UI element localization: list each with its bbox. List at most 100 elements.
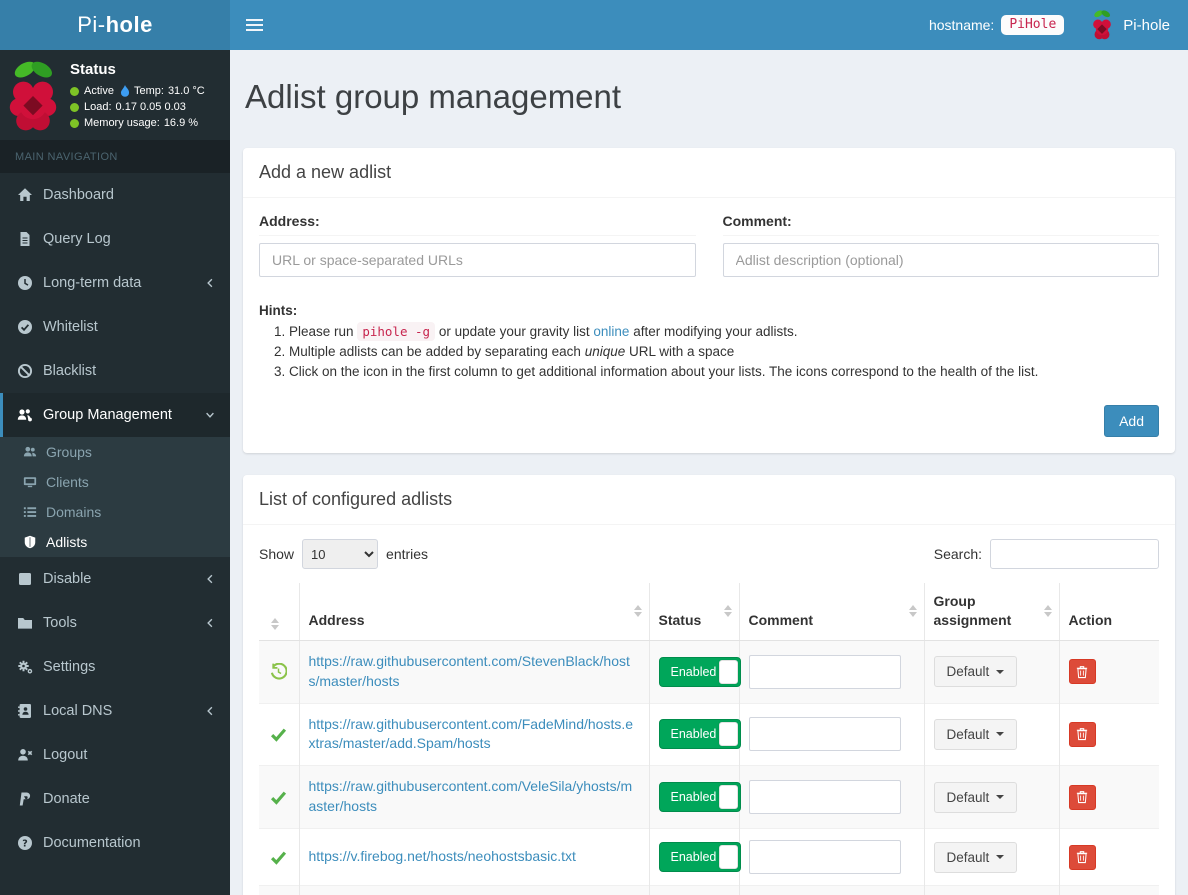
sidebar-item-dashboard[interactable]: Dashboard [0,173,230,217]
trash-icon [1076,791,1088,804]
sidebar-item-logout[interactable]: Logout [0,733,230,777]
sidebar-item-local-dns[interactable]: Local DNS [0,689,230,733]
sidebar-item-group-management[interactable]: Group Management [0,393,230,437]
chevron-left-icon [204,617,216,629]
column-header-comment[interactable]: Comment [738,583,924,641]
adlist-url-link[interactable]: https://v.firebog.net/hosts/neohostsbasi… [309,848,576,864]
row-comment-input[interactable] [748,654,901,689]
add-button[interactable]: Add [1104,405,1159,437]
group-assignment-dropdown[interactable]: Default [933,841,1018,873]
sidebar-item-documentation[interactable]: ? Documentation [0,821,230,865]
delete-button[interactable] [1068,721,1096,747]
sidebar-toggle-button[interactable] [230,0,278,50]
page-size-select[interactable]: 10 [302,539,379,569]
address-input[interactable] [259,243,696,277]
column-header-status[interactable]: Status [648,583,739,641]
temperature-flame-icon [120,84,130,97]
search-input[interactable] [990,539,1159,569]
sidebar-item-long-term-data[interactable]: Long-term data [0,261,230,305]
group-assignment-dropdown[interactable]: Default [933,781,1018,813]
column-header-address[interactable]: Address [298,583,649,641]
delete-button[interactable] [1068,844,1096,870]
sidebar-item-clients[interactable]: Clients [0,467,230,497]
top-navbar: hostname: PiHole Pi-hole [230,0,1188,50]
group-assignment-dropdown[interactable]: Default [933,656,1018,688]
adlist-url-link[interactable]: https://raw.githubusercontent.com/VeleSi… [309,778,633,814]
hint-item: Multiple adlists can be added by separat… [289,342,1159,362]
trash-icon [1076,665,1088,678]
sidebar-item-donate[interactable]: Donate [0,777,230,821]
ban-icon [15,363,35,379]
status-panel: Status Active Temp: 31.0 °C Load: 0.17 0… [0,50,230,140]
sidebar: Pi-hole Status Active Temp: 31.0 °C Load… [0,0,230,895]
trash-icon [1076,728,1088,741]
paypal-icon [15,791,35,807]
status-title: Status [70,61,116,78]
page-title: Adlist group management [245,78,622,115]
sidebar-item-settings[interactable]: Settings [0,645,230,689]
toggle-knob [718,659,738,684]
sort-icon[interactable] [633,605,642,618]
status-memory-line: Memory usage: 16.9 % [70,115,205,131]
folder-icon [15,615,35,631]
hints-title: Hints: [259,303,298,318]
stop-icon [15,571,35,587]
sidebar-item-adlists[interactable]: Adlists [0,527,230,557]
adlist-url-link[interactable]: https://raw.githubusercontent.com/Steven… [309,653,630,689]
svg-text:?: ? [22,839,28,850]
online-link[interactable]: online [593,324,629,339]
row-comment-input[interactable] [748,780,901,815]
status-dot-icon [70,86,79,96]
toggle-knob [718,845,738,870]
adlist-url-link[interactable]: https://raw.githubusercontent.com/FadeMi… [309,716,634,752]
trash-icon [1076,851,1088,864]
history-icon[interactable] [268,663,290,680]
sidebar-item-tools[interactable]: Tools [0,601,230,645]
sidebar-item-domains[interactable]: Domains [0,497,230,527]
adlists-table: Address Status Comment Group assignment … [259,583,1159,895]
row-comment-input[interactable] [748,840,901,875]
row-comment-input[interactable] [748,717,901,752]
table-header-row: Address Status Comment Group assignment … [259,583,1159,641]
pihole-logo-small [1093,10,1112,40]
status-toggle[interactable]: Enabled [658,782,741,813]
sort-icon[interactable] [723,605,732,618]
toggle-knob [718,785,738,810]
sidebar-item-disable[interactable]: Disable [0,557,230,601]
check-icon[interactable] [268,789,290,806]
status-toggle[interactable]: Enabled [658,656,741,687]
hostname-badge: PiHole [1001,15,1065,35]
column-header-group[interactable]: Group assignment [923,583,1059,641]
sort-icon[interactable] [908,605,917,618]
shield-icon [21,535,39,549]
brand-header[interactable]: Pi-hole [0,0,230,50]
desktop-icon [21,475,39,489]
sort-icon[interactable] [1043,605,1052,618]
table-row: https://raw.githubusercontent.com/FadeMi… [259,702,1159,766]
chevron-left-icon [204,277,216,289]
entries-label: entries [386,546,429,562]
status-toggle[interactable]: Enabled [658,842,741,873]
comment-label: Comment: [722,213,1159,236]
caret-down-icon [996,669,1005,674]
sort-icon[interactable] [271,617,279,630]
home-icon [15,187,35,203]
sidebar-item-whitelist[interactable]: Whitelist [0,305,230,349]
add-adlist-panel: Add a new adlist Address: Comment: Hints… [243,148,1175,453]
status-active-line: Active Temp: 31.0 °C [70,83,205,99]
comment-input[interactable] [722,243,1159,277]
gears-icon [15,659,35,675]
delete-button[interactable] [1068,784,1096,810]
check-icon[interactable] [268,849,290,866]
status-load-line: Load: 0.17 0.05 0.03 [70,99,205,115]
sidebar-item-blacklist[interactable]: Blacklist [0,349,230,393]
group-assignment-dropdown[interactable]: Default [933,718,1018,750]
check-icon[interactable] [268,726,290,743]
users-gear-icon [15,407,35,423]
sidebar-item-groups[interactable]: Groups [0,437,230,467]
delete-button[interactable] [1068,659,1096,685]
status-dot-icon [70,118,79,128]
app-name[interactable]: Pi-hole [1123,17,1170,34]
sidebar-item-query-log[interactable]: Query Log [0,217,230,261]
status-toggle[interactable]: Enabled [658,719,741,750]
